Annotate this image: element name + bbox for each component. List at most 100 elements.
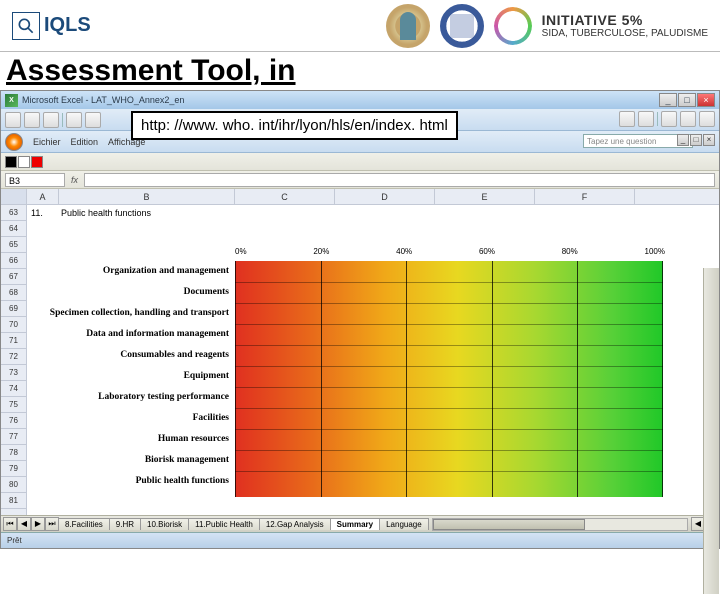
standard-toolbar: http: //www. who. int/ihr/lyon/hls/en/in… xyxy=(1,109,719,131)
row-header[interactable]: 72 xyxy=(1,349,26,365)
initiative-subtitle: SIDA, TUBERCULOSE, PALUDISME xyxy=(542,28,708,39)
axis-tick: 40% xyxy=(396,247,412,256)
row-header[interactable]: 74 xyxy=(1,381,26,397)
menu-edit[interactable]: Edition xyxy=(71,137,99,147)
chart-category: Data and information management xyxy=(29,324,235,345)
url-callout: http: //www. who. int/ihr/lyon/hls/en/in… xyxy=(131,111,458,140)
chart-icon[interactable] xyxy=(661,111,677,127)
row-header[interactable]: 65 xyxy=(1,237,26,253)
window-maximize-button[interactable]: □ xyxy=(678,93,696,107)
col-header[interactable]: B xyxy=(59,189,235,204)
axis-tick: 20% xyxy=(313,247,329,256)
formula-input[interactable] xyxy=(84,173,715,187)
workbook-minimize-button[interactable]: _ xyxy=(677,134,689,146)
sheet-tab[interactable]: 9.HR xyxy=(109,518,141,530)
office-button[interactable] xyxy=(5,133,23,151)
v-scrollbar[interactable] xyxy=(703,268,719,594)
sheet-tab-active[interactable]: Summary xyxy=(330,518,380,530)
col-header[interactable]: C xyxy=(235,189,335,204)
chart-category: Organization and management xyxy=(29,261,235,282)
row-header[interactable]: 73 xyxy=(1,365,26,381)
chart-category: Documents xyxy=(29,282,235,303)
excel-doc-name: LAT_WHO_Annex2_en xyxy=(91,95,659,105)
row-header[interactable]: 67 xyxy=(1,269,26,285)
chart-category: Public health functions xyxy=(29,471,235,492)
excel-window: X Microsoft Excel - LAT_WHO_Annex2_en _ … xyxy=(0,90,720,549)
col-header[interactable]: E xyxy=(435,189,535,204)
sheet-nav-prev[interactable]: ◀ xyxy=(17,517,31,531)
workbook-restore-button[interactable]: □ xyxy=(690,134,702,146)
chart-category: Biorisk management xyxy=(29,450,235,471)
sheet-nav-first[interactable]: ⏮ xyxy=(3,517,17,531)
spreadsheet-grid[interactable]: 63 64 65 66 67 68 69 70 71 72 73 74 75 7… xyxy=(1,189,719,515)
excel-titlebar[interactable]: X Microsoft Excel - LAT_WHO_Annex2_en _ … xyxy=(1,91,719,109)
radar-score-chart: Organization and management Documents Sp… xyxy=(29,261,669,497)
zoom-icon[interactable] xyxy=(680,111,696,127)
chart-plot-area xyxy=(235,261,663,497)
name-box[interactable]: B3 xyxy=(5,173,65,187)
row-header[interactable]: 70 xyxy=(1,317,26,333)
print-icon[interactable] xyxy=(66,112,82,128)
workbook-close-button[interactable]: × xyxy=(703,134,715,146)
sheet-tab[interactable]: 12.Gap Analysis xyxy=(259,518,331,530)
sheet-nav-last[interactable]: ⏭ xyxy=(45,517,59,531)
sheet-tab[interactable]: Language xyxy=(379,518,429,530)
sort-asc-icon[interactable] xyxy=(619,111,635,127)
row-header[interactable]: 75 xyxy=(1,397,26,413)
sort-desc-icon[interactable] xyxy=(638,111,654,127)
swatch-white[interactable] xyxy=(18,156,30,168)
chart-category: Human resources xyxy=(29,429,235,450)
sheet-tab[interactable]: 10.Biorisk xyxy=(140,518,189,530)
window-close-button[interactable]: × xyxy=(697,93,715,107)
row-header[interactable]: 64 xyxy=(1,221,26,237)
sheet-tab[interactable]: 11.Public Health xyxy=(188,518,260,530)
select-all-corner[interactable] xyxy=(1,189,26,205)
row-header[interactable]: 71 xyxy=(1,333,26,349)
swatch-black[interactable] xyxy=(5,156,17,168)
col-header[interactable]: A xyxy=(27,189,59,204)
chart-category: Consumables and reagents xyxy=(29,345,235,366)
axis-tick: 100% xyxy=(645,247,665,256)
crest-emblem-2 xyxy=(440,4,484,48)
fx-icon[interactable]: fx xyxy=(71,175,78,185)
row-header[interactable]: 66 xyxy=(1,253,26,269)
presentation-header: IQLS INITIATIVE 5% SIDA, TUBERCULOSE, PA… xyxy=(0,0,720,52)
col-header[interactable]: F xyxy=(535,189,635,204)
h-scroll-track[interactable] xyxy=(432,518,688,531)
save-icon[interactable] xyxy=(43,112,59,128)
iqls-logo: IQLS xyxy=(12,12,91,40)
open-icon[interactable] xyxy=(24,112,40,128)
chart-category: Facilities xyxy=(29,408,235,429)
row-header[interactable]: 69 xyxy=(1,301,26,317)
iqls-mark-icon xyxy=(12,12,40,40)
chart-category: Specimen collection, handling and transp… xyxy=(29,303,235,324)
row-header[interactable]: 63 xyxy=(1,205,26,221)
col-header[interactable]: D xyxy=(335,189,435,204)
sheet-nav-next[interactable]: ▶ xyxy=(31,517,45,531)
row-header[interactable]: 81 xyxy=(1,493,26,509)
section-title-row: 11. Public health functions xyxy=(27,205,235,221)
sheet-tab[interactable]: 8.Facilities xyxy=(58,518,110,530)
chart-x-axis: 0% 20% 40% 60% 80% 100% xyxy=(235,247,665,256)
row-header[interactable]: 68 xyxy=(1,285,26,301)
swatch-red[interactable] xyxy=(31,156,43,168)
preview-icon[interactable] xyxy=(85,112,101,128)
row-headers: 63 64 65 66 67 68 69 70 71 72 73 74 75 7… xyxy=(1,189,27,515)
row-header[interactable]: 78 xyxy=(1,445,26,461)
row-header[interactable]: 77 xyxy=(1,429,26,445)
row-header[interactable]: 76 xyxy=(1,413,26,429)
crest-emblem-1 xyxy=(386,4,430,48)
menu-file[interactable]: Eichier xyxy=(33,137,61,147)
axis-tick: 80% xyxy=(562,247,578,256)
help-icon[interactable] xyxy=(699,111,715,127)
initiative-ring-icon xyxy=(494,7,532,45)
excel-app-name: Microsoft Excel xyxy=(22,95,83,105)
row-header[interactable]: 79 xyxy=(1,461,26,477)
window-minimize-button[interactable]: _ xyxy=(659,93,677,107)
iqls-text: IQLS xyxy=(44,14,91,37)
chart-category: Laboratory testing performance xyxy=(29,387,235,408)
row-header[interactable]: 80 xyxy=(1,477,26,493)
axis-tick: 0% xyxy=(235,247,247,256)
h-scroll-thumb[interactable] xyxy=(433,519,586,530)
new-icon[interactable] xyxy=(5,112,21,128)
